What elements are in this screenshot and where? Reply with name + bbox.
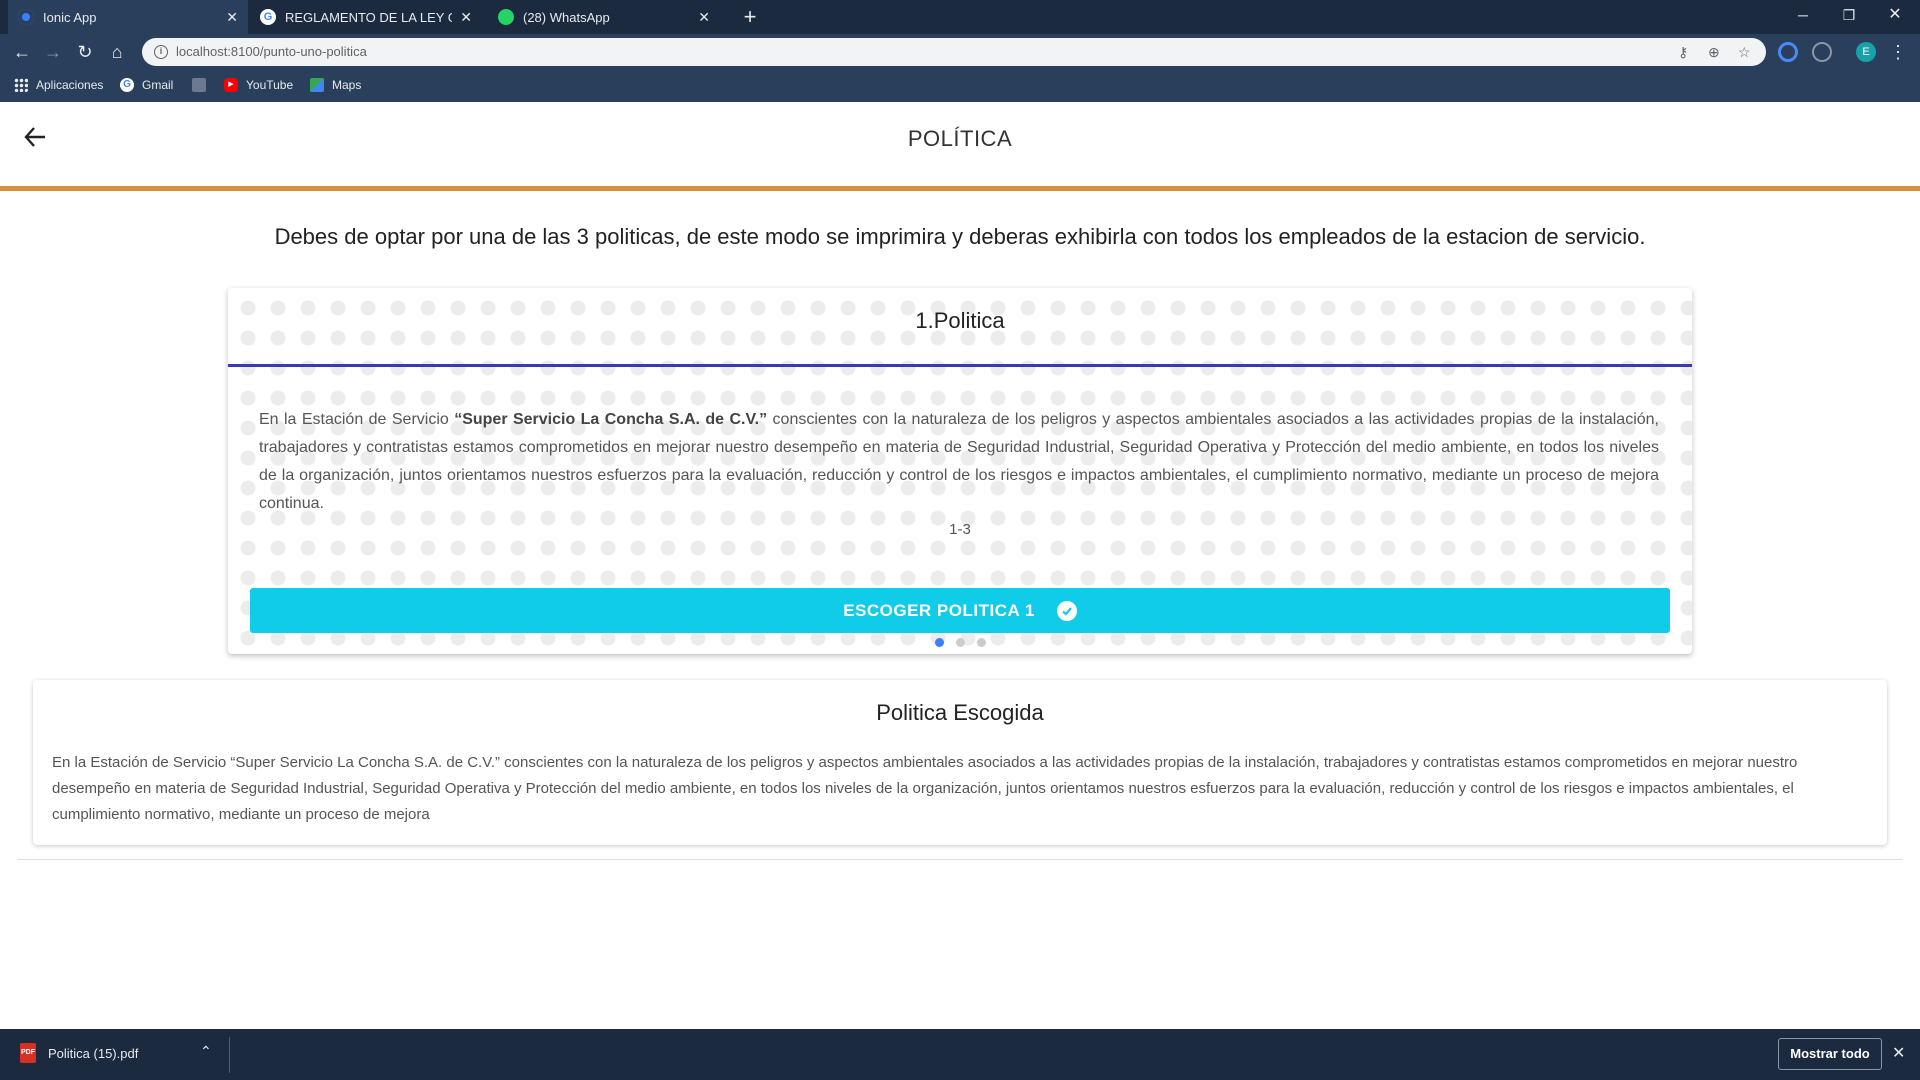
apps-grid-icon [14,78,28,92]
close-icon[interactable]: ✕ [226,9,238,26]
tab-title: (28) WhatsApp [523,9,610,25]
bookmark-favicon[interactable] [192,78,214,92]
maps-icon [310,78,324,92]
download-item[interactable]: PDF Politica (15).pdf [20,1043,138,1063]
url-text: localhost:8100/punto-uno-politica [176,44,367,59]
pdf-file-icon: PDF [20,1043,36,1063]
youtube-icon: ▶ [224,78,238,92]
instructions-text: Debes de optar por una de las 3 politica… [274,224,1646,249]
home-button[interactable]: ⌂ [105,40,129,64]
window-close-button[interactable]: ✕ [1872,0,1918,30]
reload-button[interactable]: ↻ [73,40,97,64]
pagination-dot[interactable] [955,638,965,647]
google-icon: G [120,78,134,92]
back-button[interactable]: ← [10,40,34,64]
tab-ionic-app[interactable]: Ionic App ✕ [8,0,248,34]
close-icon[interactable]: ✕ [460,9,472,26]
policy-text-start: En la Estación de Servicio [259,411,455,428]
bookmark-label: Gmail [142,78,174,92]
page-title: POLÍTICA [907,126,1013,151]
chosen-policy-card: Politica Escogida En la Estación de Serv… [33,680,1887,845]
choose-policy-button[interactable]: ESCOGER POLITICA 1 [250,588,1670,633]
chevron-up-icon[interactable]: ⌃ [200,1043,212,1060]
close-icon[interactable]: ✕ [1892,1043,1905,1063]
whatsapp-icon [498,9,514,25]
key-icon[interactable]: ⚷ [1678,44,1688,61]
ionic-icon [18,9,34,25]
tab-title: REGLAMENTO DE LA LEY GENERA [285,9,452,25]
forward-button[interactable]: → [41,40,65,64]
tab-whatsapp[interactable]: (28) WhatsApp ✕ [488,0,720,34]
extension-icon[interactable] [1778,42,1798,62]
bookmark-favicon-icon [192,78,206,92]
policy-slide-card[interactable]: 1.Politica En la Estación de Servicio “S… [228,288,1692,654]
google-icon: G [260,9,276,25]
tab-title: Ionic App [43,9,97,25]
bookmark-aplicaciones[interactable]: Aplicaciones [14,78,103,92]
minimize-button[interactable]: ─ [1780,0,1826,30]
bookmark-label: YouTube [246,78,294,92]
slide-pagination [228,638,1692,647]
download-file-name: Politica (15).pdf [48,1045,139,1061]
profile-avatar[interactable]: E [1856,42,1876,62]
bookmark-label: Aplicaciones [36,78,104,92]
checkmark-circle-icon [1056,600,1077,621]
zoom-icon[interactable]: ⊕ [1708,44,1720,61]
info-icon[interactable]: i [154,45,168,59]
show-all-button[interactable]: Mostrar todo [1778,1038,1882,1070]
extension-icon-2[interactable] [1812,42,1832,62]
content-divider [18,859,1902,860]
restore-button[interactable]: ❐ [1826,0,1872,30]
pagination-dot[interactable] [934,638,944,647]
bookmark-maps[interactable]: Maps [310,78,361,92]
chosen-policy-title: Politica Escogida [876,700,1044,725]
new-tab-button[interactable]: + [736,3,764,31]
bookmarks-bar: Aplicaciones G Gmail ▶ YouTube Maps [0,70,1920,102]
header-accent-rule [0,186,1920,191]
close-icon[interactable]: ✕ [698,9,710,26]
policy-body-text: En la Estación de Servicio “Super Servic… [259,406,1659,518]
browser-tab-strip: Ionic App ✕ G REGLAMENTO DE LA LEY GENER… [0,0,1920,34]
menu-icon[interactable]: ⋮ [1886,40,1910,64]
slide-pager: 1-3 [949,521,971,538]
policy-title: 1.Politica [915,308,1005,333]
star-icon[interactable]: ☆ [1738,44,1751,61]
chosen-policy-text: En la Estación de Servicio “Super Servic… [52,754,1798,823]
download-shelf: PDF Politica (15).pdf ⌃ Mostrar todo ✕ [0,1029,1920,1080]
bookmark-gmail[interactable]: G Gmail [120,78,173,92]
divider [229,1037,230,1073]
bookmark-label: Maps [332,78,362,92]
pagination-dot[interactable] [976,638,986,647]
browser-toolbar: ← → ↻ ⌂ i localhost:8100/punto-uno-polit… [0,34,1920,70]
choose-policy-label: ESCOGER POLITICA 1 [843,600,1035,620]
address-bar[interactable]: i localhost:8100/punto-uno-politica ⚷ ⊕ … [142,38,1766,66]
policy-company-name: “Super Servicio La Concha S.A. de C.V.” [454,411,768,428]
tab-reglamento[interactable]: G REGLAMENTO DE LA LEY GENERA ✕ [250,0,482,34]
bookmark-youtube[interactable]: ▶ YouTube [224,78,293,92]
policy-title-rule [228,364,1692,367]
app-header: POLÍTICA [0,102,1920,186]
